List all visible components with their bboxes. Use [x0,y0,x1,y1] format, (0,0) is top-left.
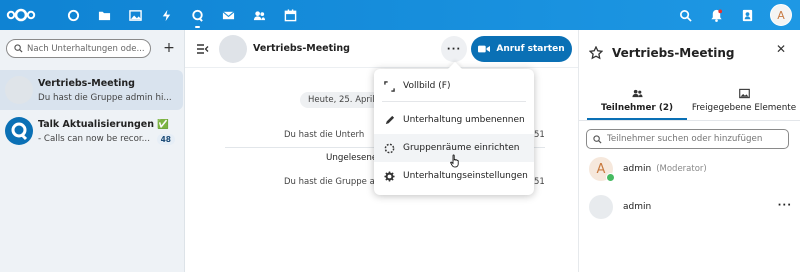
participant-name: admin [623,202,652,212]
dashboard-icon[interactable] [58,0,89,30]
conversation-avatar [219,35,247,63]
talk-icon[interactable] [182,0,213,30]
participant-avatar: A [589,157,615,182]
photos-icon[interactable] [120,0,151,30]
conversation-item[interactable]: Vertriebs-Meeting Du hast die Gruppe adm… [0,70,183,110]
tab-label: Teilnehmer (2) [600,103,673,113]
gear-icon [384,170,395,182]
hand-cursor-icon [450,154,459,168]
user-avatar[interactable]: A [770,4,792,26]
tab-divider [579,120,800,121]
date-separator: Heute, 25. April [300,92,383,108]
conversation-item[interactable]: Talk Aktualisierungen ✅ - Calls can now … [0,111,185,151]
menu-separator [382,101,526,102]
avatar-initial: A [777,8,785,22]
message-time: 51 [534,177,545,187]
menu-item-label: Gruppenräume einrichten [403,143,520,153]
chat-title[interactable]: Vertriebs-Meeting [253,43,350,54]
menu-item-label: Vollbild (F) [403,81,451,91]
image-icon [738,88,750,99]
participant-search[interactable] [586,129,789,149]
conversation-title: Talk Aktualisierungen ✅ [38,118,170,130]
participant-actions-button[interactable]: ··· [778,200,792,211]
favorite-star-icon[interactable] [589,46,603,60]
tab-participants[interactable]: Teilnehmer (2) [587,88,687,118]
participant-role: (Moderator) [656,164,707,174]
files-icon[interactable] [89,0,120,30]
system-message: Du hast die Unterh [284,130,365,140]
video-camera-icon [478,45,491,53]
mail-icon[interactable] [213,0,244,30]
search-icon[interactable] [672,0,698,30]
menu-item-label: Unterhaltung umbenennen [403,115,525,125]
participant-avatar [589,195,613,219]
contacts-icon[interactable] [244,0,275,30]
start-call-button[interactable]: Anruf starten [471,36,572,62]
conversation-avatar [5,76,33,104]
conversation-search-input[interactable] [27,43,149,54]
participant-row[interactable]: admin ··· [589,192,794,222]
conversation-sidebar: + Vertriebs-Meeting Du hast die Gruppe a… [0,30,185,272]
nextcloud-logo[interactable] [6,0,38,30]
participant-row[interactable]: A admin (Moderator) [589,154,794,184]
breakout-rooms-icon [384,143,395,153]
participant-name: admin [623,164,652,174]
bell-icon[interactable] [703,0,729,30]
more-actions-button[interactable]: ··· [441,36,467,62]
conversation-details-panel: Vertriebs-Meeting ✕ Teilnehmer (2) Freig… [578,30,800,272]
conversation-preview: Du hast die Gruppe admin hi... [38,92,172,103]
new-conversation-button[interactable]: + [160,40,178,58]
search-icon [14,44,23,53]
pencil-icon [385,115,395,124]
toggle-sidebar-icon[interactable] [195,42,209,56]
close-icon[interactable]: ✕ [776,42,786,56]
conversation-search[interactable] [6,39,151,58]
talk-logo-avatar [5,117,33,145]
contacts-menu-icon[interactable] [734,0,760,30]
activity-icon[interactable] [151,0,182,30]
conversation-actions-menu: Vollbild (F) Unterhaltung umbenennen Gru… [374,69,534,195]
unread-badge: 48 [156,134,175,145]
menu-item-fullscreen[interactable]: Vollbild (F) [374,72,534,100]
avatar-initial: A [596,161,606,177]
menu-item-label: Unterhaltungseinstellungen [403,171,528,181]
message-time: 51 [534,130,545,140]
system-message: Du hast die Gruppe a [284,177,375,187]
online-status-dot [606,173,615,182]
menu-item-rename[interactable]: Unterhaltung umbenennen [374,106,534,134]
tab-shared-items[interactable]: Freigegebene Elemente [689,88,799,118]
panel-title: Vertriebs-Meeting [612,46,735,60]
top-bar: A [0,0,800,30]
start-call-label: Anruf starten [496,44,565,54]
participant-search-input[interactable] [607,134,787,144]
tab-label: Freigegebene Elemente [691,103,797,113]
calendar-icon[interactable] [275,0,306,30]
search-icon [593,134,602,144]
chat-header: Vertriebs-Meeting ··· Anruf starten [185,30,578,68]
conversation-title: Vertriebs-Meeting [38,77,135,89]
participants-icon [631,89,643,98]
fullscreen-icon [384,80,395,92]
unread-marker: Ungelesene [326,153,378,163]
